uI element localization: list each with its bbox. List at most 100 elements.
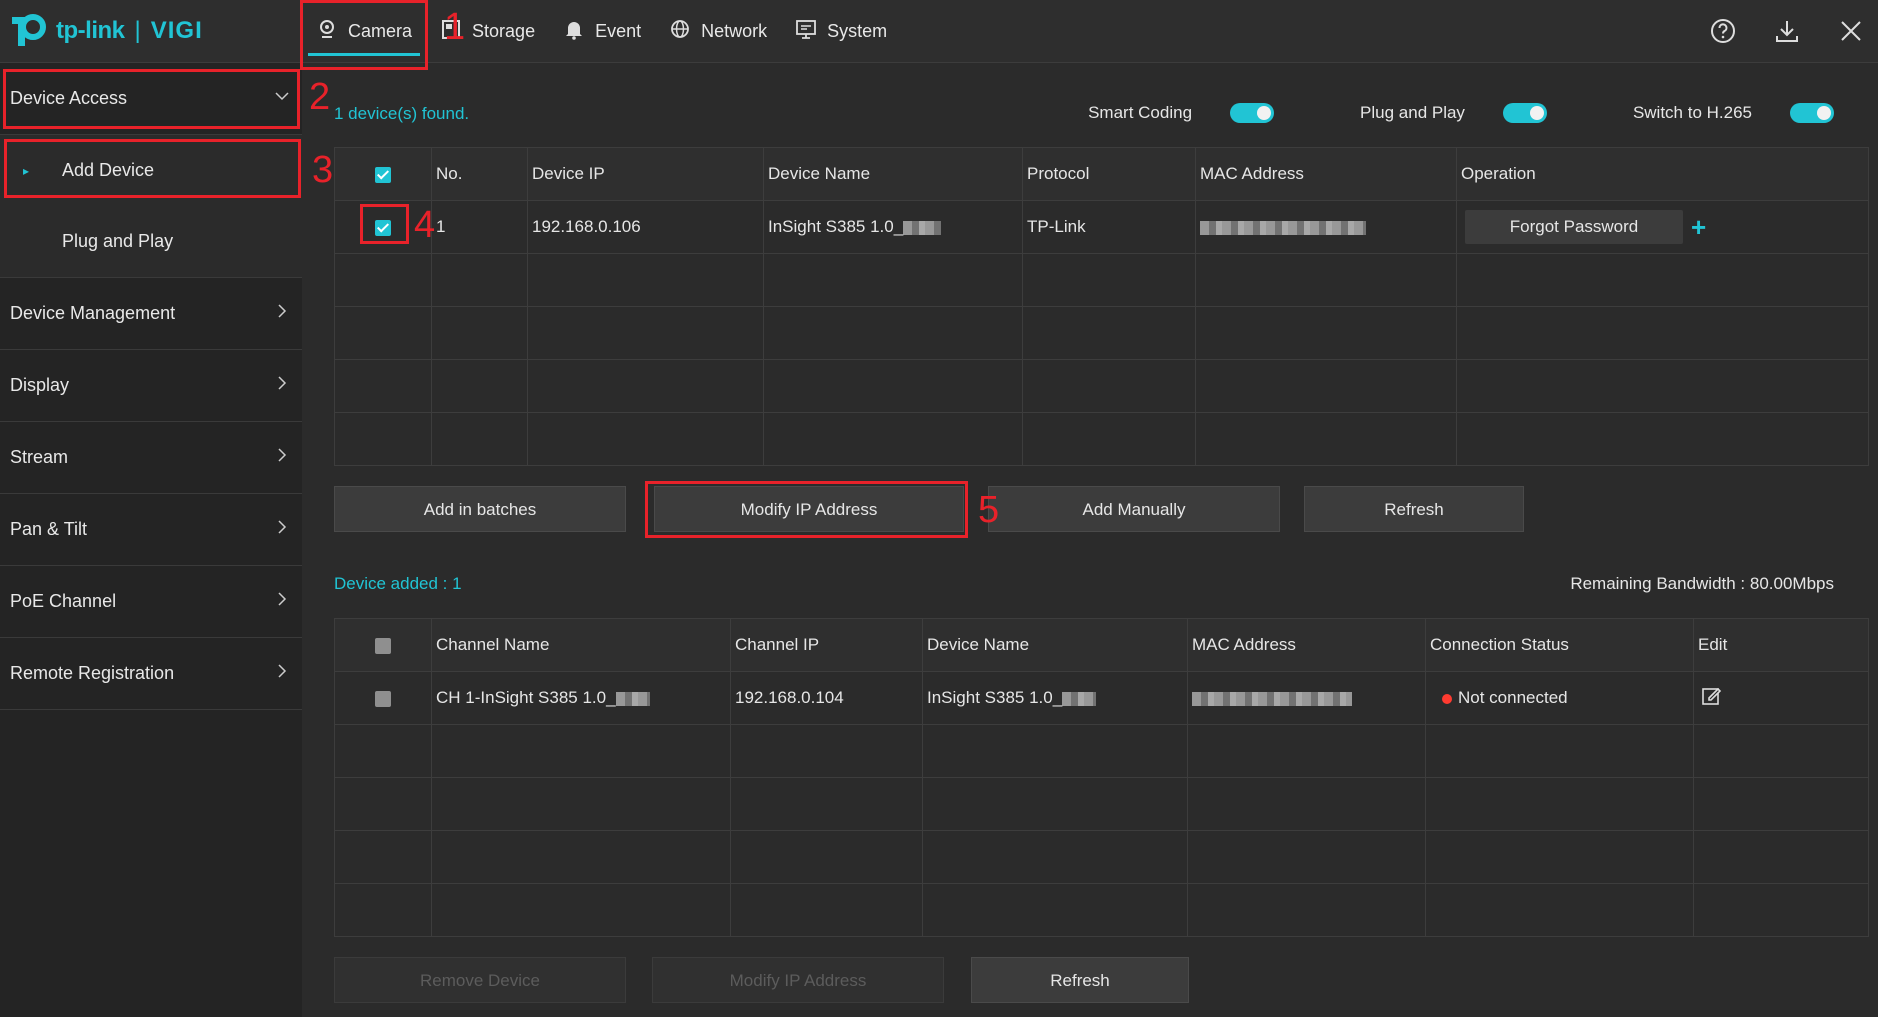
device-mac-cell: [1187, 671, 1426, 725]
add-in-batches-button[interactable]: Add in batches: [334, 486, 626, 532]
chevron-right-icon: [274, 447, 290, 468]
brand-name: tp-link: [56, 17, 125, 44]
tab-network[interactable]: Network: [655, 0, 781, 62]
modify-ip-address-disabled-button[interactable]: Modify IP Address: [652, 957, 944, 1003]
table-row-empty: [334, 830, 1869, 884]
sidebar-poe-channel[interactable]: PoE Channel: [0, 566, 302, 638]
brand-separator: |: [134, 17, 141, 44]
device-name: InSight S385 1.0_: [927, 688, 1063, 707]
row-select-cell: [334, 671, 432, 725]
row-checkbox[interactable]: [375, 219, 391, 236]
chevron-right-icon: [274, 591, 290, 612]
tab-system[interactable]: System: [781, 0, 901, 62]
column-header: Protocol: [1022, 147, 1196, 201]
sidebar-group-label: Remote Registration: [10, 663, 175, 683]
refresh-button[interactable]: Refresh: [1304, 486, 1524, 532]
add-plus-icon[interactable]: +: [1691, 212, 1706, 242]
sidebar-group-label: Device Access: [10, 88, 128, 108]
chevron-right-icon: [274, 519, 290, 540]
table-row[interactable]: 1 192.168.0.106 InSight S385 1.0_ TP-Lin…: [334, 200, 1869, 254]
table-row-empty: [334, 883, 1869, 937]
select-all-cell: [334, 147, 432, 201]
chevron-right-icon: [274, 303, 290, 324]
tab-storage[interactable]: Storage: [426, 0, 549, 62]
chevron-right-icon: [274, 375, 290, 396]
discovered-devices-table: No. Device IP Device Name Protocol MAC A…: [334, 147, 1869, 466]
redacted-text: [615, 691, 650, 706]
column-header: Channel IP: [730, 618, 923, 672]
sidebar-item-plug-and-play[interactable]: Plug and Play: [0, 206, 302, 277]
monitor-icon: [795, 18, 817, 45]
bell-icon: [563, 18, 585, 45]
row-checkbox[interactable]: [375, 690, 391, 707]
device-protocol: TP-Link: [1022, 200, 1196, 254]
storage-icon: [440, 18, 462, 45]
sidebar-group-label: Pan & Tilt: [10, 519, 88, 539]
table-row-empty: [334, 306, 1869, 360]
column-header: Channel Name: [431, 618, 731, 672]
redacted-mac: [1192, 691, 1352, 706]
tab-camera[interactable]: Camera: [302, 0, 426, 62]
column-header: Device Name: [922, 618, 1188, 672]
select-all-checkbox[interactable]: [375, 166, 391, 183]
active-indicator-icon: ▸: [23, 163, 30, 178]
select-all-checkbox[interactable]: [375, 637, 391, 654]
chevron-down-icon: [274, 88, 290, 109]
added-devices-table: Channel Name Channel IP Device Name MAC …: [334, 618, 1869, 937]
sidebar: Device Access ▸ Add Device Plug and Play…: [0, 63, 302, 1017]
sidebar-group-label: Stream: [10, 447, 69, 467]
table-row-empty: [334, 359, 1869, 413]
main-panel: 1 device(s) found. Smart Coding Plug and…: [302, 63, 1878, 1017]
device-mac-cell: [1195, 200, 1457, 254]
smart-coding-switch[interactable]: [1230, 103, 1275, 123]
channel-name-cell: CH 1-InSight S385 1.0_: [431, 671, 731, 725]
remaining-bandwidth: Remaining Bandwidth : 80.00Mbps: [1570, 574, 1834, 593]
sidebar-remote-registration[interactable]: Remote Registration: [0, 638, 302, 710]
forgot-password-button[interactable]: Forgot Password: [1465, 210, 1683, 244]
table-row-empty: [334, 777, 1869, 831]
tab-label: System: [827, 20, 888, 41]
tab-label: Storage: [472, 20, 536, 41]
download-icon[interactable]: [1770, 14, 1804, 48]
sidebar-device-access[interactable]: Device Access: [0, 63, 302, 135]
connection-status-cell: Not connected: [1425, 671, 1694, 725]
table-header: Channel Name Channel IP Device Name MAC …: [334, 618, 1869, 672]
close-icon[interactable]: [1834, 14, 1868, 48]
tab-label: Event: [595, 20, 642, 41]
h265-switch[interactable]: [1790, 103, 1834, 123]
tab-label: Network: [701, 20, 768, 41]
option-toggles: Smart Coding Plug and Play Switch to H.2…: [1002, 103, 1834, 123]
modify-ip-address-button[interactable]: Modify IP Address: [654, 486, 964, 532]
sidebar-submenu: ▸ Add Device Plug and Play: [0, 135, 302, 278]
sidebar-display[interactable]: Display: [0, 350, 302, 422]
sidebar-item-label: Plug and Play: [62, 231, 174, 251]
column-header: Edit: [1693, 618, 1869, 672]
refresh-added-button[interactable]: Refresh: [971, 957, 1189, 1003]
column-header: No.: [431, 147, 528, 201]
remove-device-button[interactable]: Remove Device: [334, 957, 626, 1003]
sidebar-pan-tilt[interactable]: Pan & Tilt: [0, 494, 302, 566]
device-name-cell: InSight S385 1.0_: [763, 200, 1023, 254]
sidebar-group-label: Display: [10, 375, 70, 395]
redacted-text: [1062, 691, 1097, 706]
table-row-empty: [334, 724, 1869, 778]
toggle-label: Plug and Play: [1360, 103, 1465, 122]
plug-and-play-toggle-group: Plug and Play: [1360, 103, 1547, 123]
select-all-cell: [334, 618, 432, 672]
table-row[interactable]: CH 1-InSight S385 1.0_ 192.168.0.104 InS…: [334, 671, 1869, 725]
brand-logo: tp-link | VIGI: [12, 8, 203, 54]
sidebar-item-add-device[interactable]: ▸ Add Device: [0, 135, 302, 206]
edit-icon[interactable]: [1702, 686, 1722, 711]
top-bar: tp-link | VIGI Camera Storage Event Netw…: [0, 0, 1878, 63]
column-header: Connection Status: [1425, 618, 1694, 672]
sidebar-device-management[interactable]: Device Management: [0, 278, 302, 350]
plug-and-play-switch[interactable]: [1502, 103, 1547, 123]
tp-link-logo-icon: [12, 14, 46, 48]
table-header: No. Device IP Device Name Protocol MAC A…: [334, 147, 1869, 201]
add-manually-button[interactable]: Add Manually: [988, 486, 1280, 532]
sidebar-stream[interactable]: Stream: [0, 422, 302, 494]
column-header: Operation: [1456, 147, 1869, 201]
tab-event[interactable]: Event: [549, 0, 655, 62]
column-header: MAC Address: [1187, 618, 1426, 672]
help-icon[interactable]: [1706, 14, 1740, 48]
